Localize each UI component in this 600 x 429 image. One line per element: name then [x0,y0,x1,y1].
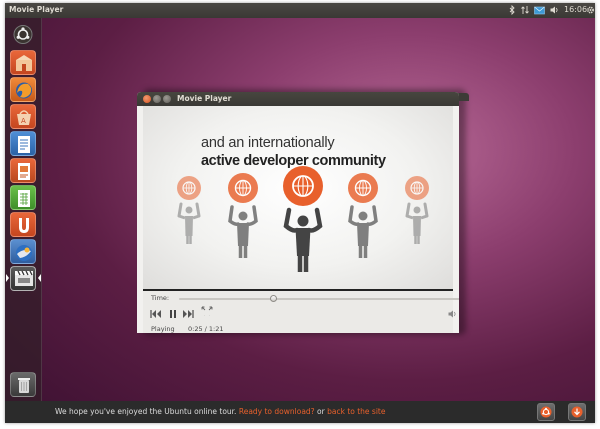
fullscreen-icon[interactable] [201,306,213,316]
desktop: Movie Player 16:06 A Movie Player and an… [5,3,595,423]
tour-text-or: or [314,407,328,416]
ubuntu-one-icon[interactable] [10,212,36,237]
ubuntu-tour-button[interactable] [537,403,555,421]
active-arrow-left-icon [6,274,9,282]
movie-player-window: Movie Player and an internationally acti… [137,92,459,333]
tour-bottom-bar: We hope you've enjoyed the Ubuntu online… [5,401,595,423]
top-panel: Movie Player 16:06 [5,3,595,18]
download-link[interactable]: Ready to download? [239,407,315,416]
ubuntu-circle-icon [540,406,552,418]
previous-icon[interactable] [150,309,162,319]
trash-icon[interactable] [10,372,36,397]
person-figure [177,176,201,244]
impress-icon[interactable] [10,158,36,183]
timecode: 0:25 / 1:21 [188,325,224,333]
person-figure [348,173,378,258]
gear-icon[interactable] [586,5,595,15]
volume-icon[interactable] [550,5,559,15]
thunderbird-icon[interactable] [10,239,36,264]
maximize-icon[interactable] [163,95,171,103]
svg-text:A: A [21,117,26,125]
firefox-icon[interactable] [10,77,36,102]
back-to-site-link[interactable]: back to the site [327,407,385,416]
download-button[interactable] [568,403,586,421]
time-label: Time: [151,294,170,302]
movie-player-icon[interactable] [10,266,36,291]
playback-controls: Time: Playing 0:25 / 1:21 [143,291,459,333]
window-titlebar[interactable]: Movie Player [137,92,459,106]
tour-message: We hope you've enjoyed the Ubuntu online… [55,407,385,416]
seek-bar[interactable] [179,295,459,302]
seek-handle[interactable] [269,295,277,302]
next-icon[interactable] [182,309,194,319]
person-figure [283,166,323,272]
download-icon [571,406,583,418]
ubuntu-logo-icon[interactable] [10,22,36,47]
mail-icon[interactable] [534,5,545,15]
clock[interactable]: 16:06 [564,5,587,15]
bluetooth-icon[interactable] [509,4,515,16]
close-icon[interactable] [143,95,151,103]
writer-icon[interactable] [10,131,36,156]
calc-icon[interactable] [10,185,36,210]
person-figure [228,173,258,258]
active-arrow-right-icon [38,274,41,282]
volume-control-icon[interactable] [448,309,457,319]
person-figure [405,176,429,244]
tour-text: We hope you've enjoyed the Ubuntu online… [55,407,239,416]
community-illustration [177,166,429,272]
video-area[interactable]: and an internationally active developer … [143,106,453,289]
home-folder-icon[interactable] [10,50,36,75]
launcher: A [5,18,42,403]
playback-status: Playing [151,325,175,333]
window-title: Movie Player [177,94,232,103]
minimize-icon[interactable] [153,95,161,103]
software-center-icon[interactable]: A [10,104,36,129]
pause-icon[interactable] [169,309,177,319]
network-icon[interactable] [521,5,529,15]
screenshot-frame: Movie Player 16:06 A Movie Player and an… [0,0,600,429]
app-title: Movie Player [9,5,64,14]
